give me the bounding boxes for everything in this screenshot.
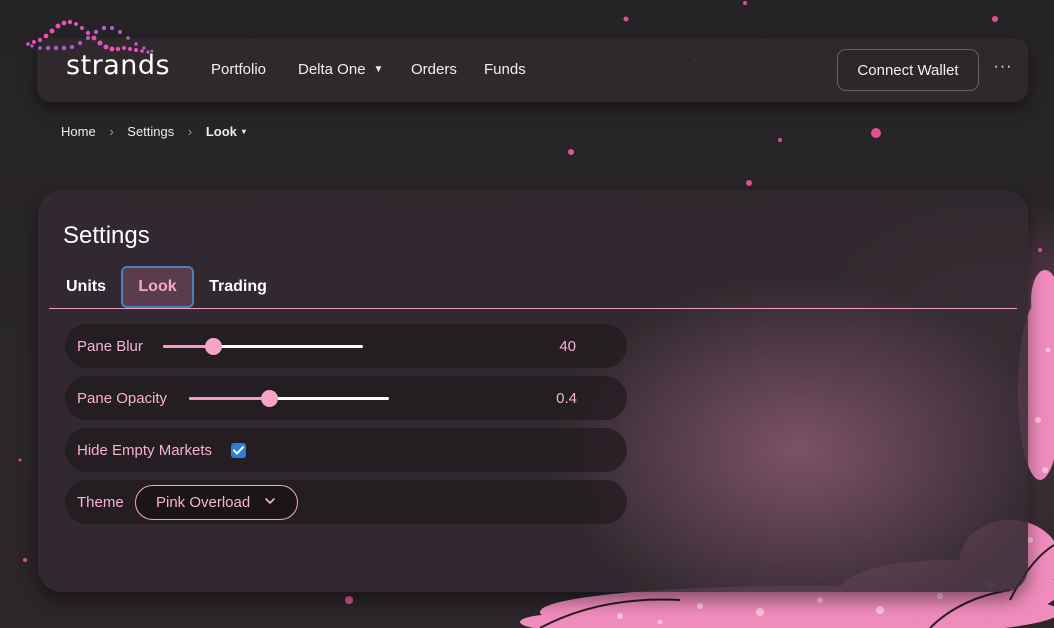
theme-select[interactable]: Pink Overload [135, 485, 298, 520]
nav-portfolio-label: Portfolio [211, 61, 267, 78]
theme-label: Theme [77, 494, 124, 511]
tab-look-label: Look [138, 278, 177, 295]
pane-blur-slider[interactable] [163, 338, 363, 355]
nav-portfolio[interactable]: Portfolio [211, 61, 266, 78]
pane-opacity-label: Pane Opacity [77, 390, 168, 407]
nav-delta-one[interactable]: Delta One ▼ [298, 61, 383, 78]
breadcrumb-current-look[interactable]: Look ▾ [206, 124, 246, 139]
brand-name: strands [66, 50, 171, 81]
nav-funds-label: Funds [484, 61, 526, 78]
chevron-down-icon [265, 498, 275, 504]
pane-opacity-slider-thumb[interactable] [261, 390, 278, 407]
nav-funds[interactable]: Funds [484, 61, 526, 78]
pane-opacity-value: 0.4 [556, 390, 577, 407]
breadcrumb-settings[interactable]: Settings [127, 124, 174, 139]
nav-orders-label: Orders [411, 61, 457, 78]
chevron-right-icon: › [109, 124, 114, 139]
hide-empty-markets-label: Hide Empty Markets [77, 442, 213, 459]
pane-blur-value: 40 [559, 338, 576, 355]
caret-down-icon: ▾ [241, 127, 246, 136]
tab-units-label: Units [66, 278, 106, 295]
tab-trading-label: Trading [209, 278, 267, 295]
tab-look[interactable]: Look [121, 266, 194, 308]
checkmark-icon [233, 446, 244, 455]
nav-orders[interactable]: Orders [411, 61, 457, 78]
breadcrumb-look-label: Look [205, 124, 237, 139]
breadcrumb: Home › Settings › Look ▾ [61, 124, 246, 139]
caret-down-icon: ▼ [373, 64, 384, 75]
settings-title: Settings [63, 222, 150, 249]
tab-trading[interactable]: Trading [200, 266, 276, 308]
pane-opacity-slider[interactable] [189, 390, 389, 407]
tabs-divider [49, 308, 1017, 309]
nav-delta-one-label: Delta One [298, 61, 366, 78]
ellipsis-icon: ··· [993, 58, 1013, 75]
hide-empty-markets-checkbox[interactable] [231, 443, 246, 458]
tab-units[interactable]: Units [57, 266, 115, 308]
pane-blur-slider-thumb[interactable] [205, 338, 222, 355]
breadcrumb-home[interactable]: Home [61, 124, 96, 139]
connect-wallet-button[interactable]: Connect Wallet [837, 49, 979, 91]
more-options-button[interactable]: ··· [990, 58, 1016, 82]
connect-wallet-label: Connect Wallet [857, 61, 959, 79]
chevron-right-icon: › [187, 124, 193, 139]
pane-blur-label: Pane Blur [77, 338, 143, 355]
pane-opacity-slider-fill [189, 397, 269, 400]
theme-select-value: Pink Overload [156, 494, 251, 511]
